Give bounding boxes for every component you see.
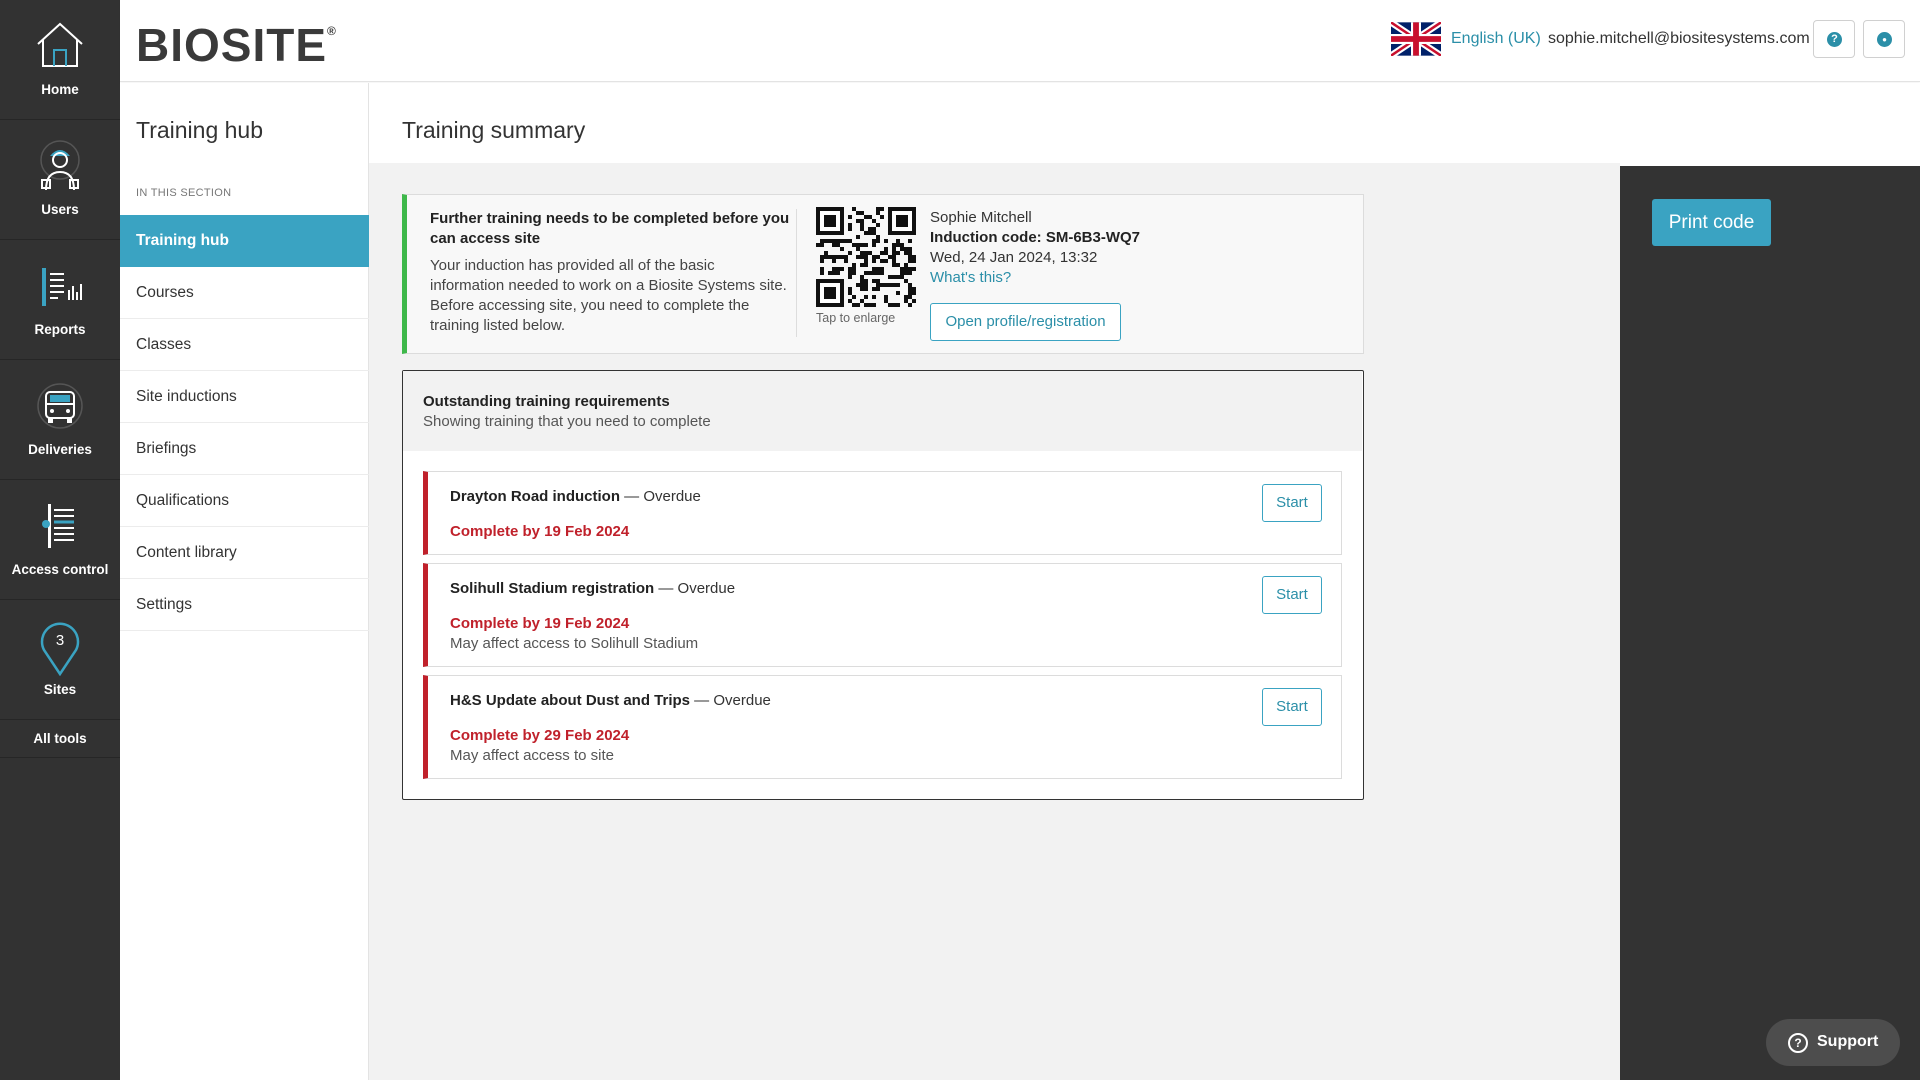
biosite-logo[interactable]: BIOSITE® (136, 18, 337, 72)
rail-item-sites[interactable]: 3 Sites (0, 600, 120, 720)
start-button[interactable]: Start (1262, 688, 1322, 726)
rail-item-label: Deliveries (28, 442, 92, 457)
rail-item-reports[interactable]: Reports (0, 240, 120, 360)
user-icon (40, 140, 80, 191)
map-pin-icon: 3 (40, 622, 80, 676)
whats-this-link[interactable]: What's this? (930, 269, 1011, 286)
rail-item-label: Sites (43, 682, 77, 697)
training-item: Solihull Stadium registration — Overdue … (423, 563, 1342, 667)
print-code-button[interactable]: Print code (1652, 199, 1771, 246)
divider (796, 209, 797, 337)
training-name: Solihull Stadium registration (450, 580, 655, 597)
help-circle-icon: ? (1788, 1033, 1808, 1053)
nav-item-briefings[interactable]: Briefings (120, 423, 369, 475)
rail-item-label: Home (41, 82, 79, 97)
nav-item-courses[interactable]: Courses (120, 267, 369, 319)
alert-body: Your induction has provided all of the b… (430, 257, 787, 334)
report-icon (42, 268, 82, 306)
user-email: sophie.mitchell@biositesystems.com (1548, 30, 1810, 47)
turnstile-icon (42, 504, 74, 548)
training-due: Complete by 29 Feb 2024 (450, 727, 630, 744)
sites-badge: 3 (56, 632, 64, 649)
rail-item-users[interactable]: Users (0, 120, 120, 240)
start-button[interactable]: Start (1262, 484, 1322, 522)
training-name: Drayton Road induction (450, 488, 620, 505)
nav-item-training-hub[interactable]: Training hub (120, 215, 369, 267)
alert-title: Further training needs to be completed b… (430, 210, 790, 247)
support-label: Support (1817, 1033, 1879, 1050)
rail-item-label: Reports (34, 322, 86, 337)
training-name: H&S Update about Dust and Trips (450, 692, 691, 709)
profile-icon: ● (1877, 32, 1892, 47)
section-label: IN THIS SECTION (136, 187, 232, 199)
logo-text: BIOSITE (136, 19, 328, 71)
tap-to-enlarge-hint: Tap to enlarge (816, 311, 896, 325)
support-button[interactable]: ? Support (1766, 1019, 1900, 1066)
open-profile-button[interactable]: Open profile/registration (930, 303, 1121, 341)
section-title: Training hub (136, 117, 264, 143)
nav-item-qualifications[interactable]: Qualifications (120, 475, 369, 527)
training-item: Drayton Road induction — Overdue Complet… (423, 471, 1342, 555)
training-due: Complete by 19 Feb 2024 (450, 615, 630, 632)
home-icon (37, 22, 83, 67)
rail-item-access-control[interactable]: Access control (0, 480, 120, 600)
rail-item-label: Users (41, 202, 79, 217)
nav-item-content-library[interactable]: Content library (120, 527, 369, 579)
right-panel: Print code (1620, 166, 1920, 1080)
top-header: BIOSITE® English (UK) sophie.mitchell@bi… (120, 0, 1920, 82)
training-status: — Overdue (620, 488, 701, 505)
uk-flag-icon[interactable] (1391, 22, 1441, 56)
rail-item-home[interactable]: Home (0, 0, 120, 120)
outstanding-training-panel: Outstanding training requirements Showin… (402, 370, 1364, 800)
training-note: May affect access to Solihull Stadium (450, 635, 699, 652)
training-item: H&S Update about Dust and Trips — Overdu… (423, 675, 1342, 779)
panel-title: Outstanding training requirements (423, 393, 670, 410)
rail-item-deliveries[interactable]: Deliveries (0, 360, 120, 480)
training-title: Solihull Stadium registration — Overdue (450, 580, 735, 597)
panel-header: Outstanding training requirements Showin… (403, 371, 1362, 451)
help-button[interactable]: ? (1813, 20, 1855, 58)
training-title: Drayton Road induction — Overdue (450, 488, 701, 505)
all-tools-link[interactable]: All tools (0, 720, 120, 758)
panel-subtitle: Showing training that you need to comple… (423, 413, 711, 430)
delivery-truck-icon (37, 383, 83, 429)
nav-item-classes[interactable]: Classes (120, 319, 369, 371)
training-due: Complete by 19 Feb 2024 (450, 523, 630, 540)
section-nav: Training hub IN THIS SECTION Training hu… (120, 83, 369, 1080)
main-header: Training summary (369, 83, 1920, 163)
nav-item-site-inductions[interactable]: Site inductions (120, 371, 369, 423)
training-status: — Overdue (690, 692, 771, 709)
app-rail: Home Users Reports Deliveries Access con… (0, 0, 120, 1080)
help-icon: ? (1827, 32, 1842, 47)
training-title: H&S Update about Dust and Trips — Overdu… (450, 692, 771, 709)
training-note: May affect access to site (450, 747, 614, 764)
qr-code-icon[interactable] (816, 207, 916, 307)
induction-name: Sophie Mitchell (930, 209, 1032, 226)
training-status: — Overdue (654, 580, 736, 597)
induction-code: Induction code: SM-6B3-WQ7 (930, 229, 1140, 246)
language-selector[interactable]: English (UK) (1451, 30, 1541, 48)
nav-item-settings[interactable]: Settings (120, 579, 369, 631)
profile-button[interactable]: ● (1863, 20, 1905, 58)
rail-item-label: Access control (11, 562, 109, 577)
induction-alert-card: Further training needs to be completed b… (402, 194, 1364, 354)
page-title: Training summary (402, 117, 586, 143)
induction-date: Wed, 24 Jan 2024, 13:32 (930, 249, 1098, 266)
start-button[interactable]: Start (1262, 576, 1322, 614)
logo-registered-mark: ® (327, 24, 337, 38)
